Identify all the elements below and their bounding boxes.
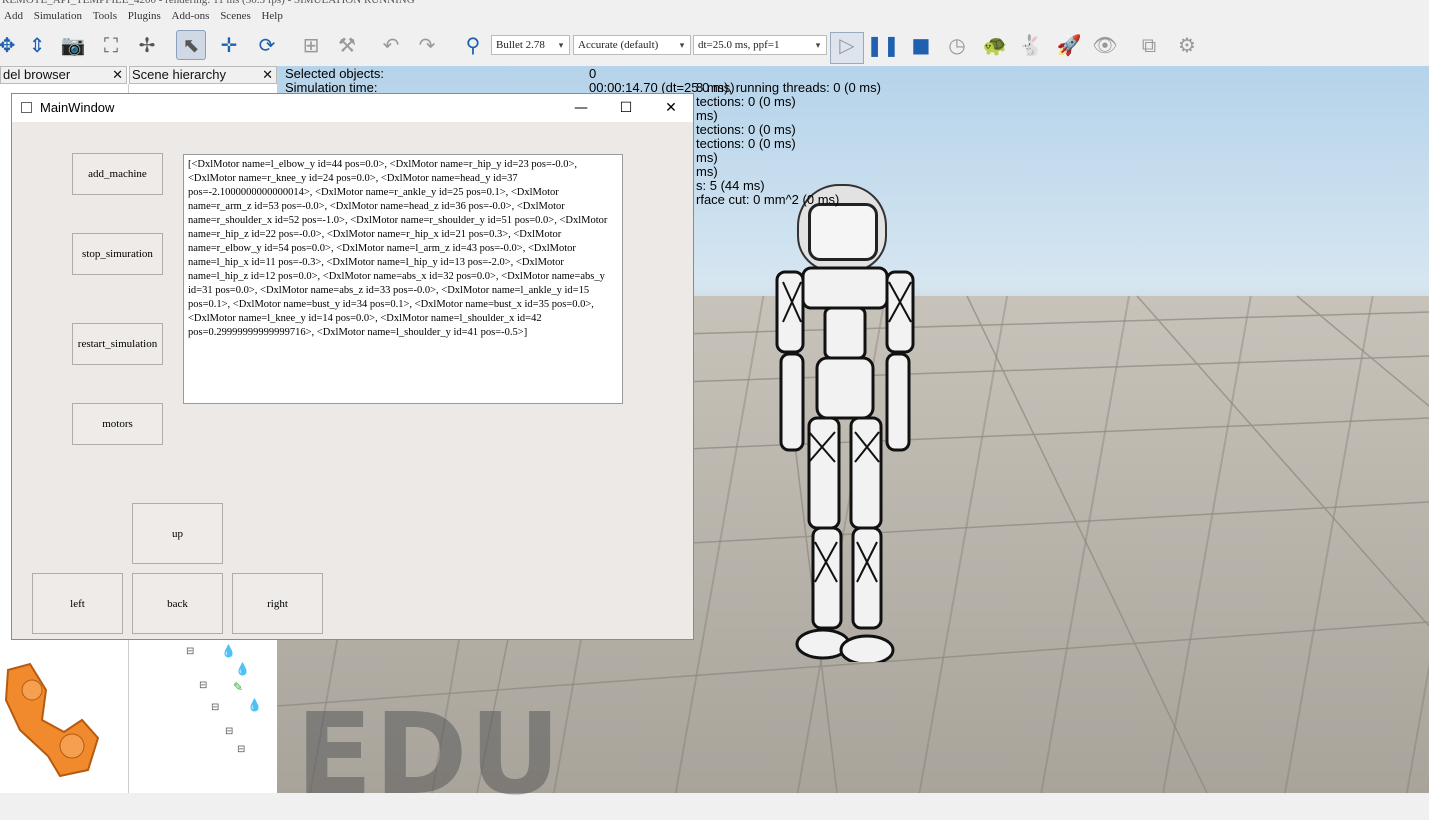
play-icon: ▷ bbox=[839, 33, 855, 57]
menu-simulation[interactable]: Simulation bbox=[30, 8, 86, 24]
shape-icon: 💧 bbox=[247, 698, 262, 712]
maximize-icon[interactable]: ☐ bbox=[603, 94, 649, 122]
stats-selected-value: 0 bbox=[589, 66, 597, 81]
menu-bar: Add Simulation Tools Plugins Add-ons Sce… bbox=[0, 8, 1429, 24]
page-selector-icon[interactable]: ⧉ bbox=[1134, 30, 1164, 60]
right-button[interactable]: right bbox=[232, 573, 323, 634]
object-rotate-icon[interactable]: ⟳ bbox=[252, 30, 282, 60]
chevron-down-icon: ▾ bbox=[815, 40, 821, 50]
back-button[interactable]: back bbox=[132, 573, 223, 634]
main-window-titlebar[interactable]: MainWindow — ☐ ✕ bbox=[12, 94, 693, 122]
accuracy-value: Accurate (default) bbox=[578, 39, 659, 51]
up-button[interactable]: up bbox=[132, 503, 223, 564]
tab-scene-hierarchy[interactable]: Scene hierarchy ✕ bbox=[129, 66, 277, 84]
restart-simulation-button[interactable]: restart_simulation bbox=[72, 323, 163, 365]
rocket-icon[interactable]: 🚀 bbox=[1054, 30, 1084, 60]
minimize-icon[interactable]: — bbox=[558, 94, 604, 122]
menu-scenes[interactable]: Scenes bbox=[216, 8, 255, 24]
tree-expander-icon[interactable]: ⊟ bbox=[186, 646, 194, 657]
speed-up-icon[interactable]: 🐇 bbox=[1016, 30, 1046, 60]
stats-overlay: Selected objects: Simulation time: bbox=[285, 67, 384, 95]
menu-help[interactable]: Help bbox=[257, 8, 286, 24]
chevron-down-icon: ▾ bbox=[558, 40, 564, 50]
menu-add[interactable]: Add bbox=[0, 8, 27, 24]
app-icon bbox=[21, 102, 32, 113]
main-window: MainWindow — ☐ ✕ add_machine stop_simura… bbox=[11, 93, 694, 640]
stats-line: ms) bbox=[696, 108, 718, 123]
stats-line: rface cut: 0 mm^2 (0 ms) bbox=[696, 192, 840, 207]
stats-line: ms) bbox=[696, 164, 718, 179]
stop-icon[interactable]: ■ bbox=[906, 30, 936, 60]
camera-move-icon[interactable]: ⇕ bbox=[22, 30, 52, 60]
tree-expander-icon[interactable]: ⊟ bbox=[237, 744, 245, 755]
slow-down-icon[interactable]: 🐢 bbox=[980, 30, 1010, 60]
stats-overlay-right: 8 ms), running threads: 0 (0 ms) tection… bbox=[696, 81, 881, 207]
tab-model-browser-label: del browser bbox=[3, 67, 71, 82]
robot-visor bbox=[808, 203, 878, 261]
close-icon[interactable]: ✕ bbox=[262, 67, 273, 83]
joint-icon: ✎ bbox=[233, 680, 244, 694]
redo-icon[interactable]: ↷ bbox=[412, 30, 442, 60]
physics-engine-select[interactable]: Bullet 2.78 ▾ bbox=[491, 35, 570, 55]
camera-pan-icon[interactable]: ✥ bbox=[0, 30, 22, 60]
main-window-title: MainWindow bbox=[40, 100, 115, 115]
shape-icon: 💧 bbox=[235, 662, 250, 676]
toolbar: ✥ ⇕ 📷 ⛶ ✢ ⬉ ✛ ⟳ ⊞ ⚒ ↶ ↷ ⚲ Bullet 2.78 ▾ … bbox=[0, 24, 1429, 67]
timestep-select[interactable]: dt=25.0 ms, ppf=1 ▾ bbox=[693, 35, 827, 55]
transfer-dna-icon[interactable]: ⚒ bbox=[332, 30, 362, 60]
robot-body bbox=[775, 266, 915, 662]
stats-selected-label: Selected objects: bbox=[285, 66, 385, 81]
chevron-down-icon: ▾ bbox=[679, 40, 685, 50]
real-time-icon[interactable]: ◷ bbox=[942, 30, 972, 60]
menu-plugins[interactable]: Plugins bbox=[124, 8, 165, 24]
tab-model-browser[interactable]: del browser ✕ bbox=[0, 66, 127, 84]
stop-simuration-button[interactable]: stop_simuration bbox=[72, 233, 163, 275]
edu-watermark: EDU bbox=[296, 690, 563, 820]
shape-icon: 💧 bbox=[221, 644, 236, 658]
stats-line: tections: 0 (0 ms) bbox=[696, 136, 796, 151]
menu-tools[interactable]: Tools bbox=[89, 8, 121, 24]
physics-engine-value: Bullet 2.78 bbox=[496, 39, 545, 51]
visualization-eye-icon[interactable]: 👁 bbox=[1090, 30, 1120, 60]
timestep-value: dt=25.0 ms, ppf=1 bbox=[698, 39, 780, 51]
close-icon[interactable]: ✕ bbox=[112, 67, 123, 83]
tree-expander-icon[interactable]: ⊟ bbox=[199, 680, 207, 691]
object-shift-icon[interactable]: ✛ bbox=[214, 30, 244, 60]
tree-expander-icon[interactable]: ⊟ bbox=[225, 726, 233, 737]
menu-addons[interactable]: Add-ons bbox=[168, 8, 214, 24]
assemble-icon[interactable]: ⊞ bbox=[296, 30, 326, 60]
app-title: REMOTE_API_TEMPFILE_4200 - rendering: 11… bbox=[2, 0, 415, 6]
pause-icon[interactable]: ❚❚ bbox=[866, 30, 900, 60]
fit-view-icon[interactable]: ⛶ bbox=[96, 30, 126, 60]
tab-scene-hierarchy-label: Scene hierarchy bbox=[132, 67, 226, 82]
scene-selector-icon[interactable]: ⚙ bbox=[1172, 30, 1202, 60]
motor-output-textbox[interactable]: [<DxlMotor name=l_elbow_y id=44 pos=0.0>… bbox=[183, 154, 623, 404]
object-select-icon[interactable]: ⬉ bbox=[176, 30, 206, 60]
undo-icon[interactable]: ↶ bbox=[376, 30, 406, 60]
stats-line: tections: 0 (0 ms) bbox=[696, 94, 796, 109]
add-machine-button[interactable]: add_machine bbox=[72, 153, 163, 195]
left-button[interactable]: left bbox=[32, 573, 123, 634]
stats-line: ms) bbox=[696, 150, 718, 165]
dynamics-icon[interactable]: ⚲ bbox=[458, 30, 488, 60]
dragonfly-icon[interactable]: ✢ bbox=[132, 30, 162, 60]
stats-line: s: 5 (44 ms) bbox=[696, 178, 765, 193]
tree-expander-icon[interactable]: ⊟ bbox=[211, 702, 219, 713]
close-icon[interactable]: ✕ bbox=[648, 94, 694, 122]
stats-line: 8 ms), running threads: 0 (0 ms) bbox=[696, 80, 881, 95]
stats-line: tections: 0 (0 ms) bbox=[696, 122, 796, 137]
accuracy-select[interactable]: Accurate (default) ▾ bbox=[573, 35, 691, 55]
robot-arm-thumbnail[interactable] bbox=[2, 660, 102, 778]
motors-button[interactable]: motors bbox=[72, 403, 163, 445]
camera-icon[interactable]: 📷 bbox=[58, 30, 88, 60]
